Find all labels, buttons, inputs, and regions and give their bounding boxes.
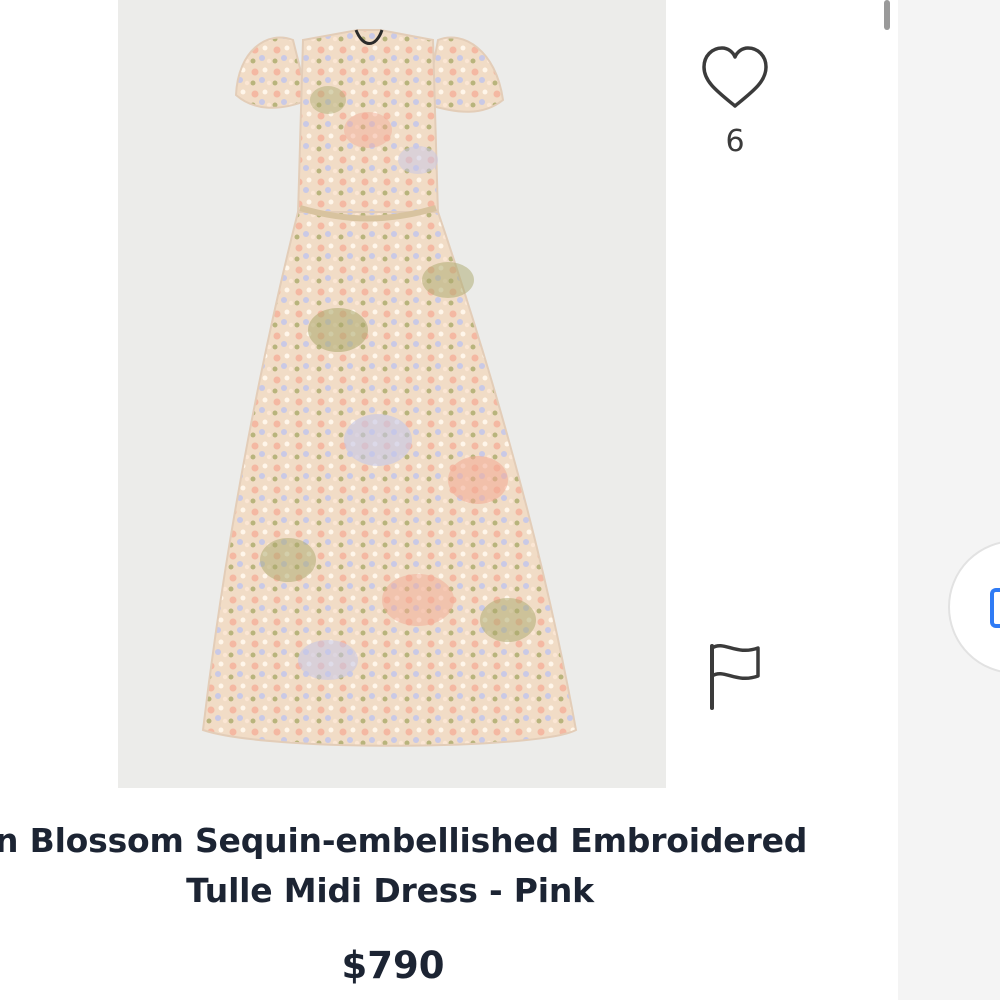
product-title-line-2: Tulle Midi Dress - Pink <box>186 871 594 910</box>
floating-action-icon <box>990 588 1000 628</box>
product-photo[interactable] <box>118 0 666 788</box>
heart-outline-icon <box>702 46 768 108</box>
product-price: $790 <box>341 944 445 987</box>
product-card: 6 lin Blossom Sequin-embellished Embroid… <box>0 0 898 1000</box>
like-button[interactable] <box>698 42 772 116</box>
adjacent-panel <box>898 0 1000 1000</box>
like-count: 6 <box>725 124 745 159</box>
dress-illustration <box>118 0 666 788</box>
page: 6 lin Blossom Sequin-embellished Embroid… <box>0 0 1000 1000</box>
report-button[interactable] <box>700 640 770 712</box>
flag-outline-icon <box>710 644 760 710</box>
scrollbar-thumb[interactable] <box>884 0 890 30</box>
product-title-line-1: lin Blossom Sequin-embellished Embroider… <box>0 821 808 860</box>
product-title: lin Blossom Sequin-embellished Embroider… <box>0 816 810 916</box>
